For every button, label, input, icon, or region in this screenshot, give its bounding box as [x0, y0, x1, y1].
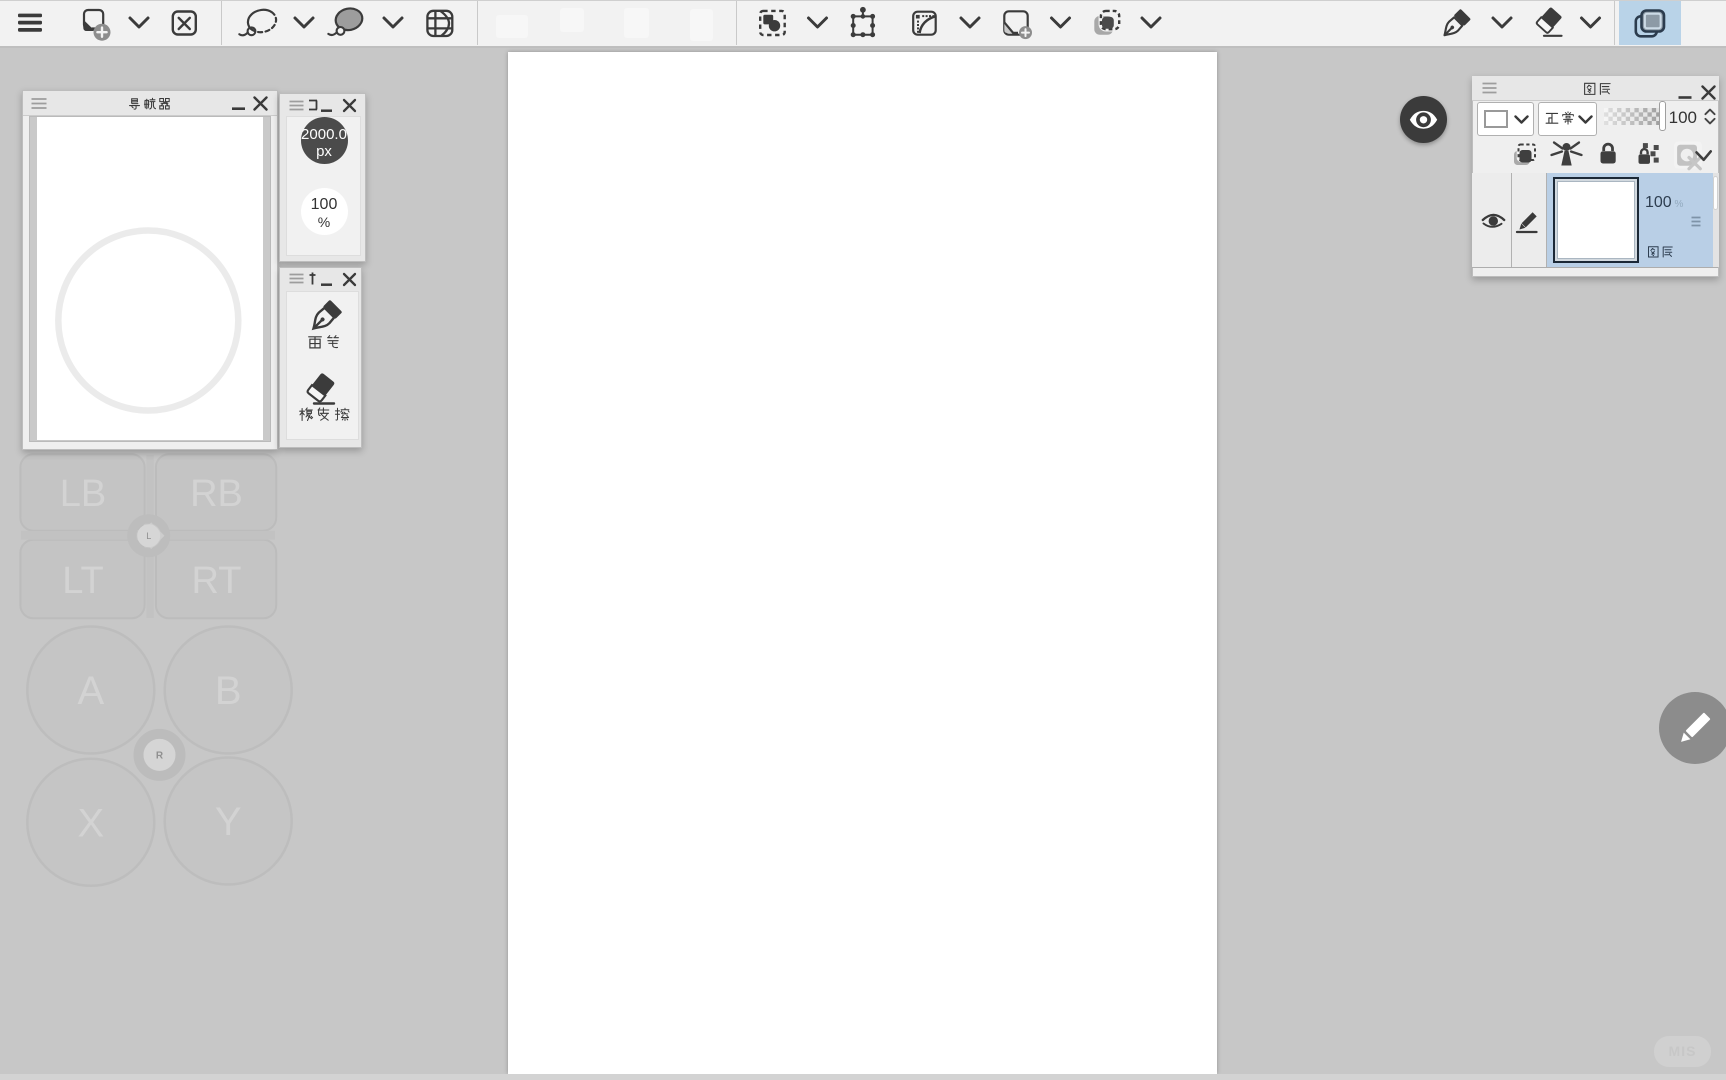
svg-text:RT: RT [192, 560, 242, 602]
svg-text:B: B [215, 669, 242, 713]
svg-text:LT: LT [62, 560, 104, 602]
svg-text:R: R [156, 751, 164, 762]
svg-text:X: X [77, 801, 104, 845]
svg-text:Y: Y [215, 800, 242, 844]
svg-text:L: L [146, 531, 151, 541]
svg-text:LB: LB [60, 473, 106, 515]
svg-text:A: A [77, 669, 104, 713]
svg-text:RB: RB [190, 473, 243, 515]
